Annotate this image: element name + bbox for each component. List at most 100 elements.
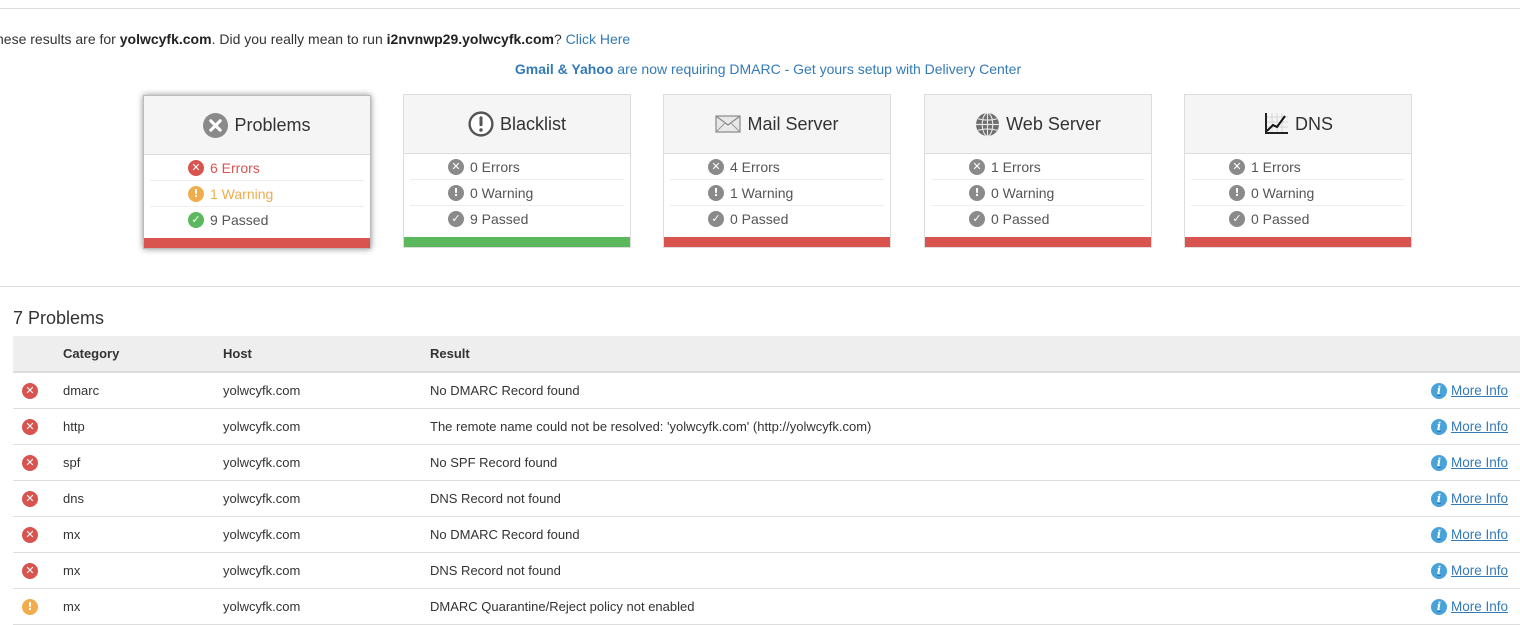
- passed-row[interactable]: ✓ 0 Passed: [931, 206, 1145, 231]
- dmarc-promo-link[interactable]: Gmail & Yahoo are now requiring DMARC - …: [0, 61, 1520, 77]
- errors-count: 4 Errors: [730, 158, 780, 175]
- error-x-icon: ✕: [448, 158, 464, 175]
- warnings-count: 1 Warning: [730, 184, 794, 201]
- warning-exclamation-icon: !: [188, 185, 204, 202]
- error-x-icon: ✕: [22, 490, 38, 507]
- host-cell: yolwcyfk.com: [223, 588, 430, 625]
- errors-count: 0 Errors: [470, 158, 520, 175]
- more-info-label: More Info: [1450, 491, 1508, 507]
- action-cell: i More Info: [1337, 408, 1520, 445]
- info-icon: i: [1430, 526, 1447, 543]
- result-cell: DNS Record not found: [430, 480, 1338, 517]
- more-info-link[interactable]: i More Info: [1430, 526, 1508, 543]
- action-cell: i More Info: [1337, 372, 1520, 409]
- warning-exclamation-icon: !: [708, 184, 724, 201]
- table-row: ✕ http yolwcyfk.com The remote name could n…: [13, 408, 1520, 445]
- action-cell: i More Info: [1337, 480, 1520, 517]
- blacklist-card[interactable]: Blacklist ✕ 0 Errors ! 0 Warning ✓ 9 Passed: [403, 94, 631, 248]
- warnings-row[interactable]: ! 0 Warning: [410, 180, 624, 206]
- more-info-label: More Info: [1450, 599, 1508, 615]
- more-info-label: More Info: [1450, 563, 1508, 579]
- errors-row[interactable]: ✕ 1 Errors: [931, 154, 1145, 180]
- errors-row[interactable]: ✕ 1 Errors: [1191, 154, 1405, 180]
- passed-row[interactable]: ✓ 9 Passed: [410, 206, 624, 231]
- passed-row[interactable]: ✓ 9 Passed: [150, 207, 364, 232]
- warnings-count: 0 Warning: [1251, 184, 1315, 201]
- warnings-row[interactable]: ! 0 Warning: [931, 180, 1145, 206]
- top-divider: [0, 8, 1520, 9]
- errors-row[interactable]: ✕ 4 Errors: [670, 154, 884, 180]
- category-cell: dmarc: [63, 372, 223, 409]
- passed-count: 9 Passed: [210, 211, 269, 228]
- action-cell: i More Info: [1337, 444, 1520, 481]
- problems-card[interactable]: Problems ✕ 6 Errors ! 1 Warning ✓ 9 Passed: [143, 95, 371, 249]
- host-cell: yolwcyfk.com: [223, 408, 430, 445]
- result-cell: DMARC Quarantine/Reject policy not enabl…: [430, 588, 1338, 625]
- click-here-link[interactable]: Click Here: [566, 31, 631, 47]
- category-cell: spf: [63, 444, 223, 481]
- warning-exclamation-icon: !: [448, 184, 464, 201]
- table-row: ✕ dmarc yolwcyfk.com No DMARC Record found i…: [13, 372, 1520, 409]
- warnings-row[interactable]: ! 0 Warning: [1191, 180, 1405, 206]
- more-info-label: More Info: [1450, 383, 1508, 399]
- category-cell: mx: [63, 588, 223, 625]
- result-cell: No SPF Record found: [430, 444, 1338, 481]
- more-info-link[interactable]: i More Info: [1430, 382, 1508, 399]
- card-header: DNS: [1185, 95, 1411, 154]
- errors-row[interactable]: ✕ 0 Errors: [410, 154, 624, 180]
- envelope-icon: [715, 115, 742, 133]
- more-info-link[interactable]: i More Info: [1430, 454, 1508, 471]
- category-cell: mx: [63, 552, 223, 589]
- errors-count: 1 Errors: [1251, 158, 1301, 175]
- more-info-label: More Info: [1450, 455, 1508, 471]
- notice-suggested-domain: i2nvnwp29.yolwcyfk.com: [386, 31, 554, 47]
- more-info-link[interactable]: i More Info: [1430, 490, 1508, 507]
- host-cell: yolwcyfk.com: [223, 480, 430, 517]
- globe-icon: [975, 111, 1000, 137]
- dns-card[interactable]: DNS ✕ 1 Errors ! 0 Warning ✓ 0 Passed: [1184, 94, 1412, 248]
- passed-row[interactable]: ✓ 0 Passed: [1191, 206, 1405, 231]
- web-server-card[interactable]: Web Server ✕ 1 Errors ! 0 Warning ✓ 0 Passe…: [924, 94, 1152, 248]
- card-title: Mail Server: [747, 113, 839, 134]
- card-title: Blacklist: [499, 113, 566, 134]
- category-cell: dns: [63, 480, 223, 517]
- info-icon: i: [1430, 454, 1447, 471]
- info-icon: i: [1430, 562, 1447, 579]
- card-header: Mail Server: [664, 95, 890, 154]
- info-icon: i: [1430, 490, 1447, 507]
- error-x-icon: ✕: [22, 526, 38, 543]
- more-info-link[interactable]: i More Info: [1430, 598, 1508, 615]
- action-cell: i More Info: [1337, 552, 1520, 589]
- more-info-link[interactable]: i More Info: [1430, 562, 1508, 579]
- chart-icon: [1263, 112, 1289, 136]
- more-info-link[interactable]: i More Info: [1430, 418, 1508, 435]
- table-header-row: Category Host Result: [13, 336, 1520, 373]
- warnings-row[interactable]: ! 1 Warning: [150, 181, 364, 207]
- warning-exclamation-icon: !: [1229, 184, 1245, 201]
- status-cell: ✕: [13, 516, 63, 553]
- category-column-header[interactable]: Category: [63, 336, 223, 373]
- table-row: ! mx yolwcyfk.com DMARC Quarantine/Reject p…: [13, 588, 1520, 625]
- error-x-icon: ✕: [22, 418, 38, 435]
- mail-server-card[interactable]: Mail Server ✕ 4 Errors ! 1 Warning ✓ 0 Pass…: [663, 94, 891, 248]
- host-column-header[interactable]: Host: [223, 336, 430, 373]
- table-row: ✕ spf yolwcyfk.com No SPF Record found i More…: [13, 444, 1520, 481]
- result-column-header[interactable]: Result: [430, 336, 1338, 373]
- passed-row[interactable]: ✓ 0 Passed: [670, 206, 884, 231]
- notice-domain: yolwcyfk.com: [119, 31, 212, 47]
- errors-row[interactable]: ✕ 6 Errors: [150, 155, 364, 181]
- status-bar: [925, 237, 1151, 247]
- status-bar: [404, 237, 630, 247]
- table-row: ✕ dns yolwcyfk.com DNS Record not found i Mor…: [13, 480, 1520, 517]
- status-bar: [1185, 237, 1411, 247]
- passed-check-icon: ✓: [188, 211, 204, 228]
- action-cell: i More Info: [1337, 516, 1520, 553]
- passed-count: 0 Passed: [730, 210, 789, 227]
- passed-count: 0 Passed: [1251, 210, 1310, 227]
- table-row: ✕ mx yolwcyfk.com No DMARC Record found i Mor…: [13, 516, 1520, 553]
- card-title: DNS: [1294, 113, 1333, 134]
- passed-check-icon: ✓: [1229, 210, 1245, 227]
- warnings-row[interactable]: ! 1 Warning: [670, 180, 884, 206]
- notice-text: ?: [553, 31, 566, 47]
- warnings-count: 0 Warning: [991, 184, 1055, 201]
